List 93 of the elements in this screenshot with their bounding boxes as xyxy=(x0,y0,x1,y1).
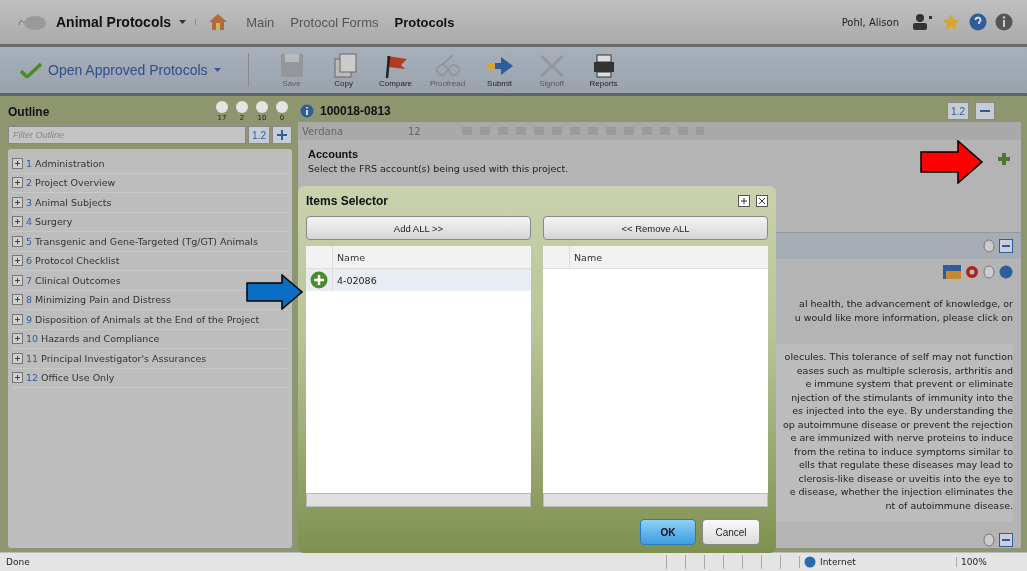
version-button[interactable]: 1.2 xyxy=(248,126,270,144)
outline-item[interactable]: 4 Surgery xyxy=(26,216,73,228)
outline-item[interactable]: 11 Principal Investigator's Assurances xyxy=(26,352,207,364)
expand-icon[interactable] xyxy=(12,352,23,364)
info-icon[interactable] xyxy=(995,13,1013,31)
text-line: e are immunized with nerve proteins to induce xyxy=(790,431,1013,445)
lifebuoy-icon[interactable] xyxy=(965,265,979,279)
section-title: Accounts xyxy=(308,148,360,160)
text-line: olecules. This tolerance of self may not function xyxy=(784,350,1013,364)
add-all-button[interactable]: Add ALL >> xyxy=(306,216,531,240)
outline-title: Outline xyxy=(8,104,50,119)
ok-button[interactable]: OK xyxy=(640,519,696,545)
plus-icon xyxy=(276,129,288,141)
text-line: njection of the stimulants of immunity into the xyxy=(791,390,1013,404)
outline-item[interactable]: 1 Administration xyxy=(26,157,105,169)
text-line: from the retina to induce symptoms similar to xyxy=(794,444,1013,458)
outline-item[interactable]: 8 Minimizing Pain and Distress xyxy=(26,294,171,306)
toolbar-button[interactable]: Reports xyxy=(578,52,629,88)
status-text: Done xyxy=(6,557,30,567)
outline-item[interactable]: 10 Hazards and Compliance xyxy=(26,333,160,345)
outline-item[interactable]: 5 Transgenic and Gene-Targeted (Tg/GT) Animals xyxy=(26,235,258,247)
nav-link[interactable]: Protocols xyxy=(394,14,455,30)
checkmark-icon xyxy=(20,62,42,78)
scrollbar[interactable] xyxy=(306,493,531,507)
column-header: Name xyxy=(336,251,366,263)
text-line: al health, the advancement of knowledge, or xyxy=(799,297,1013,311)
text-line: e disease, whether the injection eliminates the xyxy=(789,485,1013,499)
globe-icon xyxy=(804,556,816,568)
collapse-button[interactable] xyxy=(975,102,995,120)
expand-icon[interactable] xyxy=(12,294,23,306)
user-icon[interactable] xyxy=(911,13,933,31)
outline-item[interactable]: 12 Office Use Only xyxy=(26,372,115,384)
expand-icon[interactable] xyxy=(12,255,23,267)
expand-icon[interactable] xyxy=(12,157,23,169)
status-icon xyxy=(255,100,269,114)
zoom-level[interactable]: 100% xyxy=(956,557,1021,567)
text-line: eases such as multiple sclerosis, arthritis and xyxy=(796,363,1013,377)
expand-icon[interactable] xyxy=(12,235,23,247)
text-line: es injected into the eye. By understanding the xyxy=(792,404,1013,418)
nav-link[interactable]: Protocol Forms xyxy=(290,14,379,30)
expand-icon[interactable] xyxy=(12,196,23,208)
status-icon xyxy=(215,100,229,114)
protocol-id: 100018-0813 xyxy=(320,104,391,118)
annotation-arrow xyxy=(246,274,304,310)
cancel-button[interactable]: Cancel xyxy=(702,519,760,545)
user-name: Pohl, Alison xyxy=(841,16,899,28)
status-icon xyxy=(235,100,249,114)
outline-item[interactable]: 7 Clinical Outcomes xyxy=(26,274,121,286)
toolbar-button[interactable]: Submit xyxy=(474,52,525,88)
collapse-icon[interactable] xyxy=(999,239,1013,253)
maximize-icon[interactable] xyxy=(738,195,750,207)
text-line: e immune system that prevent or eliminate xyxy=(805,377,1013,391)
dialog-title: Items Selector xyxy=(306,194,389,208)
expand-icon[interactable] xyxy=(12,216,23,228)
caret-icon xyxy=(213,67,222,73)
outline-item[interactable]: 6 Protocol Checklist xyxy=(26,255,120,267)
mouse-icon xyxy=(18,13,48,31)
scrollbar[interactable] xyxy=(543,493,768,507)
column-header: Name xyxy=(573,251,603,263)
toolbar-button[interactable]: Compare xyxy=(370,52,421,88)
text-line: op autoimmune disease or prevent the rejection xyxy=(783,417,1013,431)
add-icon[interactable] xyxy=(310,271,328,289)
caret-icon[interactable] xyxy=(179,19,197,25)
outline-item[interactable]: 9 Disposition of Animals at the End of the Project xyxy=(26,313,260,325)
security-zone: Internet xyxy=(820,557,856,567)
table-cell-text: 4-02086 xyxy=(336,274,377,286)
remove-all-button[interactable]: << Remove ALL xyxy=(543,216,768,240)
nav-link[interactable]: Main xyxy=(246,14,275,30)
toolbar-button[interactable]: Copy xyxy=(318,52,369,88)
expand-icon[interactable] xyxy=(12,372,23,384)
help-icon[interactable] xyxy=(999,265,1013,279)
text-line: nt of autoimmune disease. xyxy=(885,498,1013,512)
help-icon[interactable] xyxy=(969,13,987,31)
annotation-arrow xyxy=(920,140,984,184)
expand-icon[interactable] xyxy=(12,333,23,345)
star-icon[interactable] xyxy=(941,13,961,31)
text-line: u would like more information, please click on xyxy=(794,310,1013,324)
expand-icon[interactable] xyxy=(12,274,23,286)
text-line: clerosis-like disease or uveitis into the eye to xyxy=(798,471,1013,485)
expand-icon[interactable] xyxy=(12,313,23,325)
outline-item[interactable]: 2 Project Overview xyxy=(26,177,116,189)
close-icon[interactable] xyxy=(756,195,768,207)
add-button[interactable] xyxy=(272,126,292,144)
outline-item[interactable]: 3 Animal Subjects xyxy=(26,196,112,208)
text-line: ells that regulate these diseases may lead to xyxy=(798,458,1013,472)
status-icon xyxy=(275,100,289,114)
open-protocols-menu[interactable]: Open Approved Protocols xyxy=(12,62,230,78)
expand-icon[interactable] xyxy=(12,177,23,189)
app-title[interactable]: Animal Protocols xyxy=(56,14,172,30)
info-icon xyxy=(300,104,314,118)
version-button[interactable]: 1.2 xyxy=(947,102,969,120)
section-description: Select the FRS account(s) being used with this project. xyxy=(308,163,570,174)
collapse-icon[interactable] xyxy=(999,533,1013,547)
